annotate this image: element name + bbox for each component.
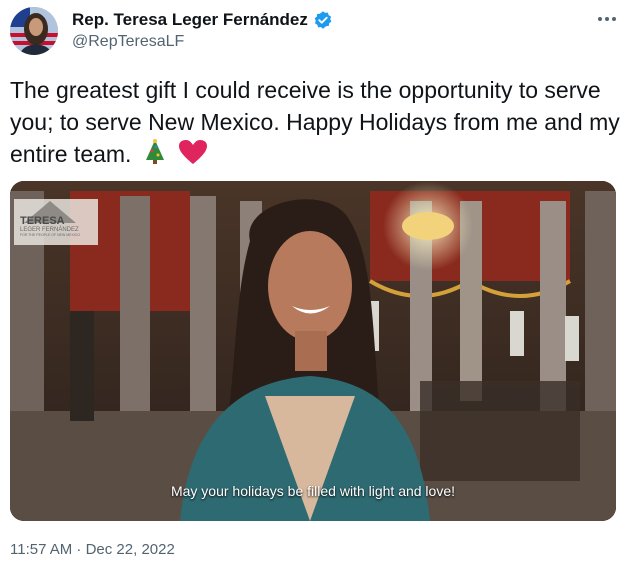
video-logo-tagline: FOR THE PEOPLE OF NEW MEXICO [20,233,81,237]
tweet-timestamp[interactable]: 11:57 AM · Dec 22, 2022 [10,541,175,558]
christmas-tree-icon [144,138,166,173]
video-player[interactable]: TERESA LEGER FERNÁNDEZ FOR THE PEOPLE OF… [10,181,616,521]
video-logo: TERESA LEGER FERNÁNDEZ FOR THE PEOPLE OF… [16,215,100,237]
author-display-name[interactable]: Rep. Teresa Leger Fernández [72,10,308,30]
red-heart-icon [178,139,208,173]
avatar[interactable] [10,7,58,55]
video-caption: May your holidays be filled with light a… [170,483,456,499]
video-logo-text: TERESA [20,215,65,227]
video-frame [10,181,616,521]
author-name[interactable]: Rep. Teresa Leger Fernández [72,10,333,30]
tweet-text: The greatest gift I could receive is the… [10,74,620,173]
tweet-card: Rep. Teresa Leger Fernández @RepTeresaLF… [0,0,640,561]
tweet-body: The greatest gift I could receive is the… [10,77,620,167]
more-options-icon[interactable] [598,9,616,27]
verified-badge-icon [314,11,332,29]
author-handle[interactable]: @RepTeresaLF [72,33,184,51]
